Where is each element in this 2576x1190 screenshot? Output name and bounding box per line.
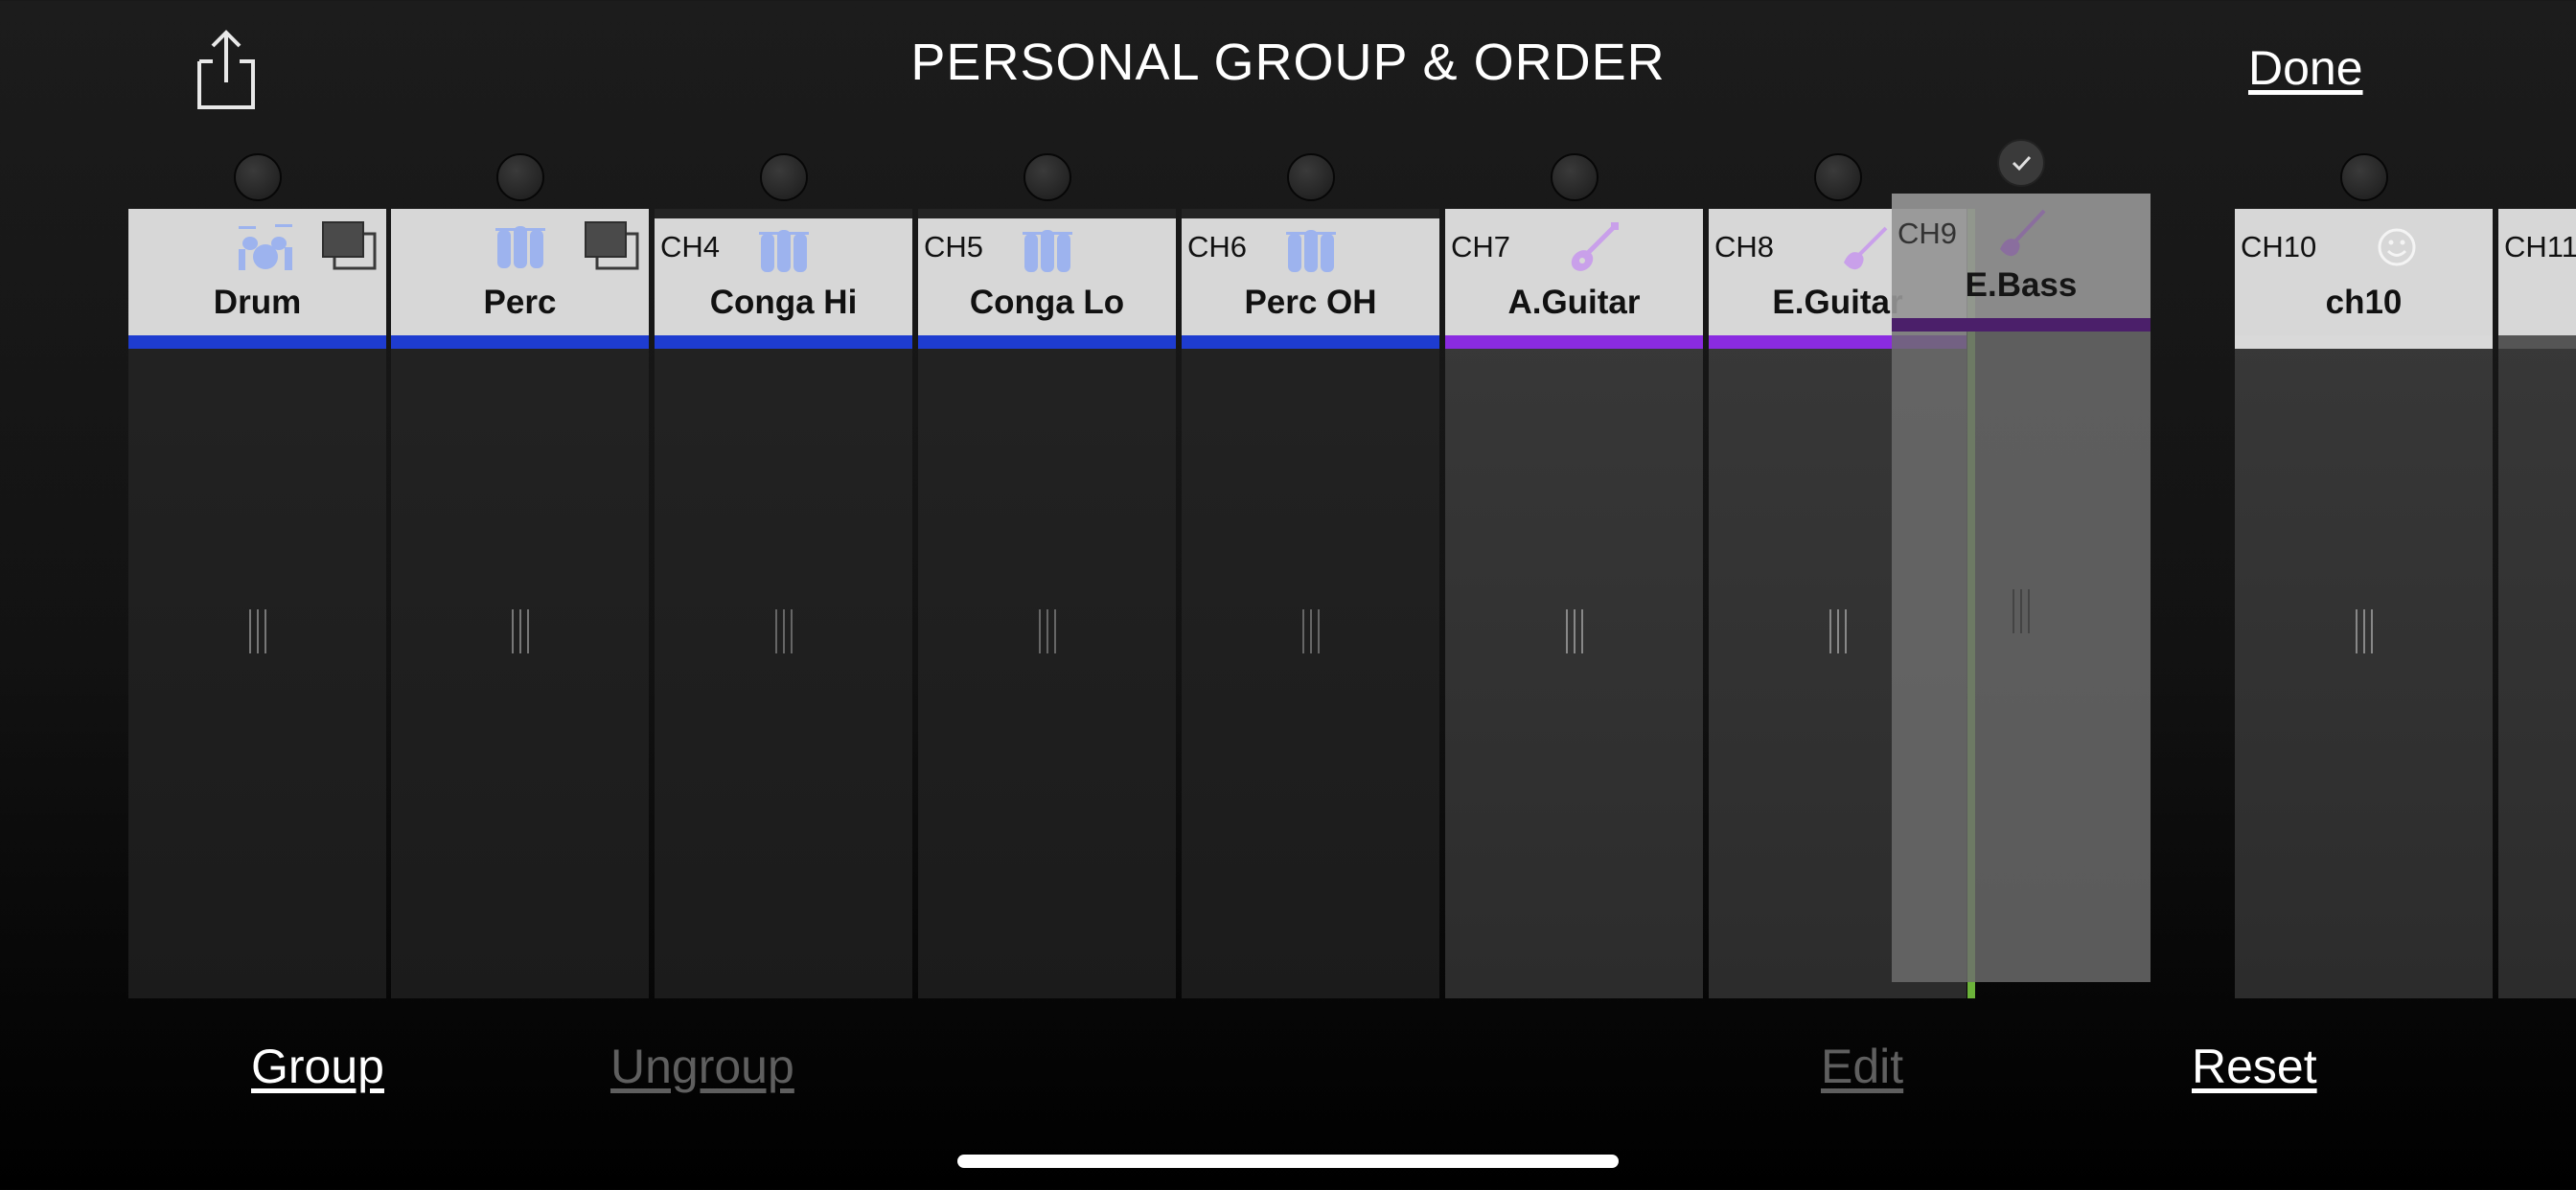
checkmark-icon (2012, 155, 2032, 172)
channel-strip-ch10[interactable]: CH10 ch10 (2235, 209, 2493, 998)
strip-header: Perc (391, 209, 649, 335)
dragging-channel-strip-ch9[interactable]: CH9 E.Bass (1892, 194, 2150, 982)
color-bar (1892, 318, 2150, 332)
drum-kit-icon (238, 224, 292, 270)
channel-strip-drum[interactable]: Drum (128, 209, 386, 998)
channel-strip-ch6[interactable]: CH6 Perc OH (1182, 209, 1439, 998)
strip-name: Drum (213, 284, 302, 321)
strip-header: CH6 Perc OH (1182, 218, 1439, 335)
strip-header: Drum (128, 209, 386, 335)
channel-number: CH8 (1714, 230, 1775, 263)
channel-strip-ch11[interactable]: CH11 (2498, 209, 2576, 998)
strip-name: A.Guitar (1507, 284, 1641, 321)
select-toggle-ch8[interactable] (1814, 153, 1862, 201)
select-toggle-drum[interactable] (234, 153, 282, 201)
strip-header: CH11 (2498, 209, 2576, 335)
channel-strip-ch5[interactable]: CH5 Conga Lo (918, 209, 1176, 998)
select-toggle-ch10[interactable] (2340, 153, 2388, 201)
color-bar (918, 335, 1176, 349)
strip-name: ch10 (2325, 284, 2403, 321)
channel-number: CH4 (660, 230, 721, 263)
drag-handle-icon[interactable] (1828, 609, 1848, 653)
channel-strip-perc[interactable]: Perc (391, 209, 649, 998)
conga-icon (1022, 230, 1072, 272)
select-toggle-ch7[interactable] (1551, 153, 1598, 201)
acoustic-guitar-icon (1571, 222, 1619, 271)
select-toggle-perc[interactable] (496, 153, 544, 201)
channel-number: CH10 (2241, 230, 2317, 263)
color-bar (391, 335, 649, 349)
drag-handle-icon[interactable] (2012, 589, 2031, 633)
drag-handle-icon[interactable] (774, 609, 794, 653)
select-toggle-ch6[interactable] (1287, 153, 1335, 201)
group-icon (322, 221, 377, 270)
smiley-icon (2378, 228, 2415, 266)
done-button[interactable]: Done (2248, 40, 2363, 96)
page-title: PERSONAL GROUP & ORDER (910, 34, 1666, 91)
drag-handle-icon[interactable] (2355, 609, 2374, 653)
color-bar (655, 335, 912, 349)
strip-name: Conga Lo (969, 284, 1125, 321)
color-bar (1182, 335, 1439, 349)
strip-header: CH10 ch10 (2235, 209, 2493, 335)
color-bar (2498, 335, 2576, 349)
select-toggle-ch5[interactable] (1024, 153, 1071, 201)
strip-header: CH4 Conga Hi (655, 218, 912, 335)
color-bar (1445, 335, 1703, 349)
electric-guitar-icon (1843, 226, 1887, 270)
channel-strip-ch4[interactable]: CH4 Conga Hi (655, 209, 912, 998)
strip-header: CH9 E.Bass (1892, 194, 2150, 318)
strip-header: CH7 A.Guitar (1445, 209, 1703, 335)
select-toggle-ch9-checked[interactable] (1997, 139, 2045, 187)
percussion-icon (494, 226, 545, 268)
channel-number: CH11 (2504, 230, 2576, 263)
bass-guitar-icon (2000, 209, 2046, 257)
group-button[interactable]: Group (251, 1039, 384, 1094)
channel-number: CH5 (924, 230, 984, 263)
home-indicator[interactable] (957, 1155, 1619, 1168)
channel-number: CH7 (1451, 230, 1511, 263)
drag-handle-icon[interactable] (1301, 609, 1321, 653)
ungroup-button[interactable]: Ungroup (610, 1039, 794, 1094)
edit-button[interactable]: Edit (1821, 1039, 1903, 1094)
reset-button[interactable]: Reset (2192, 1039, 2317, 1094)
select-toggle-ch4[interactable] (760, 153, 808, 201)
conga-icon (758, 230, 809, 272)
strip-name: Perc (483, 284, 557, 321)
drag-handle-icon[interactable] (248, 609, 267, 653)
channel-number: CH6 (1187, 230, 1248, 263)
color-bar (2235, 335, 2493, 349)
drag-handle-icon[interactable] (1038, 609, 1057, 653)
drag-handle-icon[interactable] (511, 609, 530, 653)
strip-name: Conga Hi (709, 284, 858, 321)
drag-handle-icon[interactable] (1565, 609, 1584, 653)
strip-header: CH5 Conga Lo (918, 218, 1176, 335)
conga-icon (1285, 230, 1336, 272)
channel-strip-ch7[interactable]: CH7 A.Guitar (1445, 209, 1703, 998)
color-bar (128, 335, 386, 349)
strip-name: E.Bass (1965, 266, 2078, 304)
group-icon (585, 221, 639, 270)
strip-name: Perc OH (1244, 284, 1377, 321)
channel-number: CH9 (1898, 217, 1958, 250)
